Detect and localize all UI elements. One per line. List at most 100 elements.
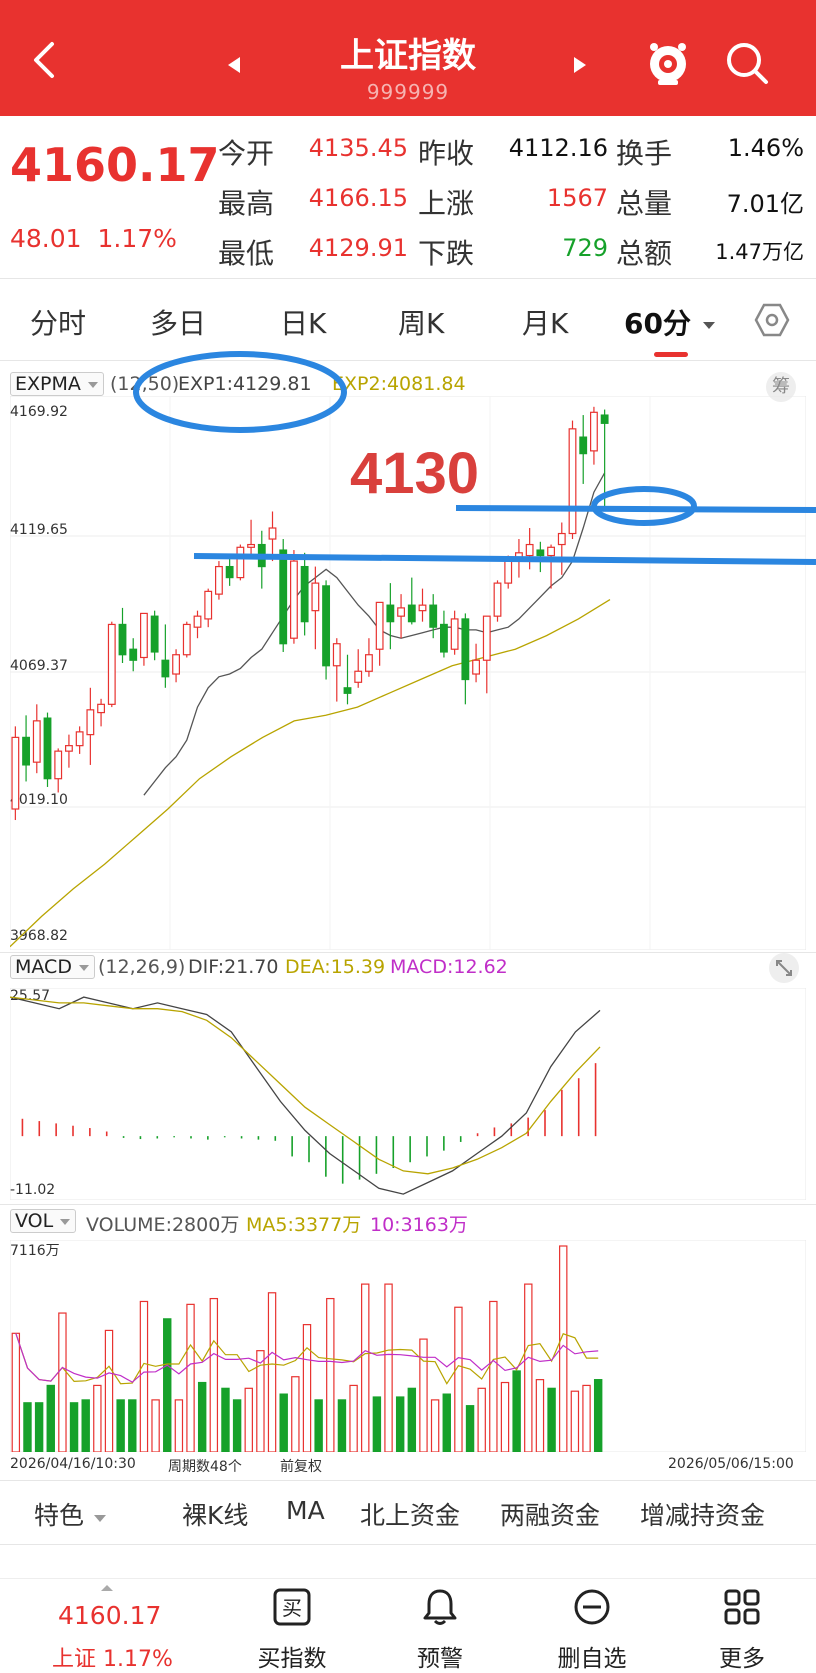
candle: [172, 654, 180, 675]
volume-current: VOLUME:2800万: [86, 1214, 240, 1236]
volume-bar: [11, 1332, 21, 1452]
candle: [322, 585, 330, 667]
mascot-icon[interactable]: [646, 40, 690, 86]
prev-close-value: 4112.16: [508, 134, 608, 162]
divider: [0, 1204, 816, 1205]
buy-icon[interactable]: 买: [272, 1587, 312, 1627]
candle: [418, 604, 427, 612]
previous-stock-icon[interactable]: [226, 55, 242, 75]
caret-down-icon: [79, 965, 90, 971]
volume-chart[interactable]: [10, 1240, 806, 1452]
tab-60min-label: 60分: [624, 307, 691, 340]
candle: [140, 612, 148, 659]
volume-bar: [81, 1399, 90, 1452]
tab-intraday[interactable]: 分时: [30, 302, 86, 342]
search-icon[interactable]: [724, 40, 770, 86]
more-label[interactable]: 更多: [692, 1639, 792, 1673]
candle: [182, 623, 191, 656]
remove-watchlist-label[interactable]: 删自选: [542, 1639, 642, 1673]
candle: [407, 604, 416, 623]
volume-label: 总量: [616, 187, 673, 220]
divider: [0, 1544, 816, 1545]
menu-item-feature[interactable]: 特色: [34, 1496, 108, 1532]
change-percent: 1.17%: [97, 224, 177, 253]
macd-chart[interactable]: [10, 988, 806, 1200]
volume-bar: [174, 1399, 184, 1452]
settings-hexagon-icon[interactable]: [754, 302, 790, 338]
candle: [450, 618, 459, 650]
candle: [86, 709, 95, 736]
volume-bar: [256, 1350, 265, 1452]
x-axis-start: 2026/04/16/10:30: [10, 1456, 136, 1472]
divider: [0, 952, 816, 953]
candle: [32, 720, 41, 763]
down-count-label: 下跌: [418, 237, 475, 270]
volume-bar: [489, 1300, 498, 1452]
volume-bar: [291, 1376, 300, 1452]
footer-price: 4160.17: [58, 1601, 162, 1630]
buy-index-label[interactable]: 买指数: [242, 1639, 342, 1673]
menu-item-margin[interactable]: 两融资金: [500, 1496, 600, 1532]
volume-bar: [93, 1384, 102, 1452]
menu-item-naked-k[interactable]: 裸K线: [182, 1496, 248, 1532]
volume-bar: [279, 1393, 288, 1452]
volume-bar: [244, 1387, 253, 1452]
candle: [97, 703, 105, 714]
volume-bar: [570, 1390, 580, 1452]
volume-bar: [582, 1384, 591, 1452]
volume-ma5: MA5:3377万: [246, 1214, 362, 1236]
bottom-toolbar: 4160.17 上证 1.17% 买 买指数 预警 删自选 更多: [0, 1578, 816, 1672]
menu-item-holdings-change[interactable]: 增减持资金: [640, 1496, 765, 1532]
current-price: 4160.17: [10, 138, 220, 192]
volume-bar: [535, 1379, 545, 1452]
tab-weekly-k[interactable]: 周K: [398, 302, 444, 342]
volume-bar: [23, 1402, 32, 1452]
caret-down-icon: [93, 1515, 106, 1522]
volume-bar: [197, 1381, 207, 1452]
tab-60min[interactable]: 60分: [624, 302, 717, 342]
macd-indicator-selector[interactable]: MACD: [10, 955, 96, 979]
volume-bar: [151, 1399, 160, 1452]
exp2-line: [10, 599, 611, 948]
collapse-up-icon[interactable]: [100, 1583, 114, 1593]
volume-bar: [524, 1283, 533, 1452]
candle: [129, 648, 138, 661]
menu-item-northbound[interactable]: 北上资金: [360, 1496, 460, 1532]
dea-value: DEA:15.39: [285, 956, 386, 978]
tab-multi-day[interactable]: 多日: [150, 302, 206, 342]
adjust-mode: 前复权: [280, 1459, 322, 1475]
stock-code: 999999: [366, 80, 450, 104]
next-stock-icon[interactable]: [572, 55, 588, 75]
candle: [150, 615, 159, 653]
vol-label: VOL: [15, 1210, 54, 1232]
candle: [107, 623, 116, 705]
bell-icon[interactable]: [420, 1587, 460, 1627]
remove-watchlist-icon[interactable]: [572, 1587, 612, 1627]
volume-bar: [116, 1399, 125, 1452]
candle: [461, 618, 470, 681]
vol-indicator-selector[interactable]: VOL: [10, 1209, 77, 1233]
candle: [332, 643, 341, 667]
volume-bar: [186, 1303, 195, 1452]
open-label: 今开: [218, 137, 275, 170]
volume-bar: [104, 1329, 114, 1452]
back-arrow-icon[interactable]: [26, 40, 66, 80]
volume-bar: [326, 1297, 335, 1452]
macd-label: MACD: [15, 956, 72, 978]
alert-label[interactable]: 预警: [390, 1639, 490, 1673]
amount-value: 1.47万亿: [715, 240, 804, 264]
candle: [440, 623, 448, 653]
candle: [365, 654, 373, 672]
volume-bar: [221, 1387, 230, 1452]
candle: [161, 659, 170, 678]
expand-icon[interactable]: [768, 952, 800, 984]
menu-item-ma[interactable]: MA: [286, 1496, 325, 1525]
volume-bar: [593, 1379, 603, 1452]
tab-monthly-k[interactable]: 月K: [522, 302, 568, 342]
volume-bar: [500, 1381, 510, 1452]
tab-daily-k[interactable]: 日K: [280, 302, 326, 342]
more-grid-icon[interactable]: [722, 1587, 762, 1627]
amount-label: 总额: [616, 237, 673, 270]
volume-bar: [384, 1283, 393, 1452]
volume-bar: [69, 1402, 79, 1452]
